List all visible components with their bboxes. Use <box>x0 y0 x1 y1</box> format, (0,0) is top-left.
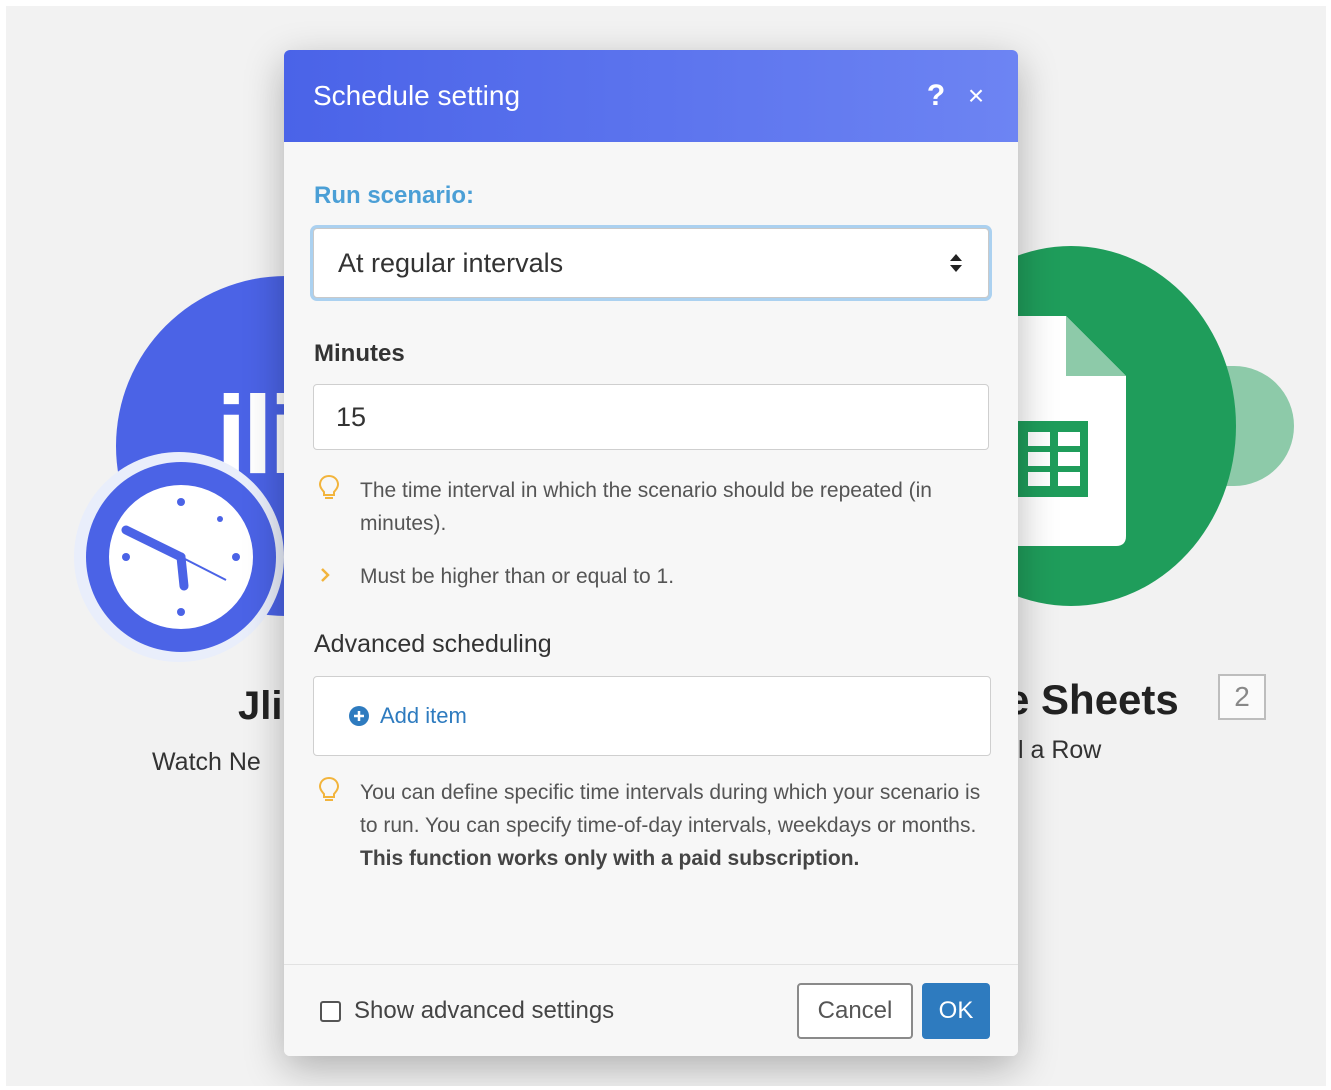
minutes-rule-text: Must be higher than or equal to 1. <box>360 565 675 588</box>
close-icon[interactable]: × <box>956 80 996 112</box>
minutes-hint-text: The time interval in which the scenario … <box>360 479 932 535</box>
advanced-scheduling-label: Advanced scheduling <box>314 630 552 658</box>
right-module-title: e Sheets <box>1006 676 1179 723</box>
left-module-subtitle: Watch Ne <box>152 748 261 776</box>
show-advanced-label[interactable]: Show advanced settings <box>354 997 614 1025</box>
add-item-label: Add item <box>380 703 467 728</box>
advanced-scheduling-box: Add item <box>313 676 991 756</box>
module-number-badge: 2 <box>1218 674 1266 720</box>
scenario-canvas: jli Jli Watch Ne e Sheets 2 l a Row Sche… <box>6 6 1326 1086</box>
minutes-label: Minutes <box>314 340 405 367</box>
chevron-right-icon <box>318 560 360 595</box>
advanced-hint: You can define specific time intervals d… <box>318 776 990 875</box>
advanced-hint-text: You can define specific time intervals d… <box>360 776 990 875</box>
clock-icon[interactable] <box>86 462 276 652</box>
run-scenario-select[interactable]: At regular intervals <box>313 228 989 298</box>
modal-footer: Show advanced settings Cancel OK <box>284 964 1018 1056</box>
run-scenario-label: Run scenario: <box>314 182 475 209</box>
add-item-button[interactable]: Add item <box>348 703 467 729</box>
minutes-rule: Must be higher than or equal to 1. <box>318 560 674 595</box>
minutes-input[interactable] <box>313 384 989 450</box>
advanced-hint-plain: You can define specific time intervals d… <box>360 781 981 837</box>
help-icon[interactable]: ? <box>916 79 956 113</box>
schedule-setting-modal: Schedule setting ? × Run scenario: At re… <box>284 50 1018 1056</box>
right-module-subtitle: l a Row <box>1018 736 1102 764</box>
run-scenario-value: At regular intervals <box>338 247 564 278</box>
lightbulb-icon <box>318 474 360 540</box>
modal-header: Schedule setting ? × <box>284 50 1018 142</box>
minutes-hint: The time interval in which the scenario … <box>318 474 980 540</box>
cancel-button[interactable]: Cancel <box>797 983 913 1039</box>
left-module-title: Jli <box>238 684 283 728</box>
advanced-hint-bold: This function works only with a paid sub… <box>360 847 860 870</box>
modal-title: Schedule setting <box>313 80 521 111</box>
plus-circle-icon <box>349 706 369 726</box>
ok-button[interactable]: OK <box>922 983 990 1039</box>
lightbulb-icon <box>318 776 360 875</box>
sort-arrows-icon <box>950 254 962 272</box>
show-advanced-checkbox[interactable] <box>320 1001 341 1022</box>
